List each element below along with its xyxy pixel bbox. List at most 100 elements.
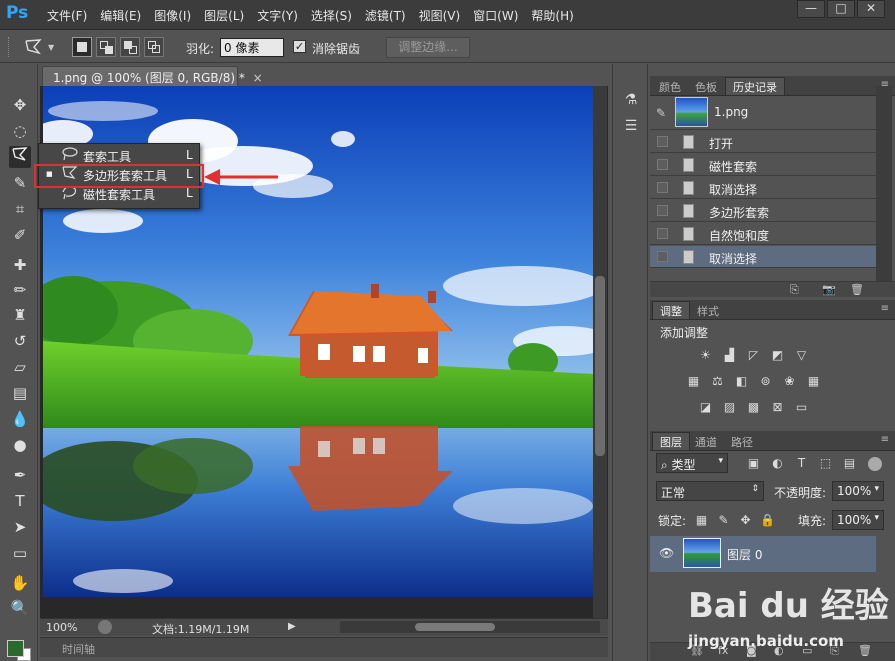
panel-menu-icon[interactable]: ≡: [881, 303, 889, 314]
menu-file[interactable]: 文件(F): [47, 7, 87, 24]
hand-tool-icon[interactable]: ✋: [9, 572, 31, 594]
history-source-checkbox[interactable]: [657, 136, 668, 147]
feather-input[interactable]: [220, 38, 284, 57]
tab-styles[interactable]: 样式: [690, 302, 726, 320]
lock-transparent-icon[interactable]: ▦: [694, 513, 709, 528]
selective-color-icon[interactable]: ⊠: [770, 401, 785, 414]
timeline-bar[interactable]: 时间轴: [40, 637, 608, 657]
pixel-filter-icon[interactable]: ▣: [746, 456, 761, 471]
pen-tool-icon[interactable]: ✒: [9, 464, 31, 486]
history-item[interactable]: 自然饱和度: [650, 223, 876, 245]
vertical-scrollbar[interactable]: [593, 86, 607, 618]
tab-history[interactable]: 历史记录: [725, 77, 785, 95]
tool-presets-icon[interactable]: ⚗: [621, 92, 641, 112]
menu-view[interactable]: 视图(V): [419, 7, 461, 24]
history-scrollbar[interactable]: [876, 86, 892, 282]
menu-image[interactable]: 图像(I): [154, 7, 191, 24]
document-close-icon[interactable]: ×: [253, 71, 263, 85]
history-snapshot[interactable]: ✎ 1.png: [650, 96, 876, 130]
history-brush-tool-icon[interactable]: ↺: [9, 330, 31, 352]
levels-icon[interactable]: ▟: [722, 349, 737, 362]
threshold-icon[interactable]: ▩: [746, 401, 761, 414]
close-button[interactable]: ✕: [857, 0, 885, 18]
foreground-color-swatch[interactable]: [7, 640, 24, 657]
history-item[interactable]: 打开: [650, 131, 876, 153]
document-tab[interactable]: 1.png @ 100% (图层 0, RGB/8) * ×: [42, 66, 263, 86]
invert-icon[interactable]: ◪: [698, 401, 713, 414]
marquee-tool-icon[interactable]: ◌: [9, 120, 31, 142]
lock-position-icon[interactable]: ✥: [738, 513, 753, 528]
menu-layer[interactable]: 图层(L): [204, 7, 244, 24]
shape-tool-icon[interactable]: ▭: [9, 542, 31, 564]
horizontal-scrollbar[interactable]: [340, 621, 600, 633]
camera-snapshot-icon[interactable]: 📷: [822, 283, 836, 296]
color-lookup-icon[interactable]: ▦: [806, 375, 821, 388]
channel-mixer-icon[interactable]: ❀: [782, 375, 797, 388]
layer-filter-select[interactable]: ⌕ 类型 ▾: [656, 453, 728, 473]
menu-window[interactable]: 窗口(W): [473, 7, 518, 24]
type-filter-icon[interactable]: T: [794, 456, 809, 471]
curves-icon[interactable]: ◸: [746, 349, 761, 362]
path-selection-tool-icon[interactable]: ➤: [9, 516, 31, 538]
intersect-selection-icon[interactable]: [144, 37, 164, 57]
history-source-checkbox[interactable]: [657, 159, 668, 170]
color-balance-icon[interactable]: ⚖: [710, 375, 725, 388]
flyout-item-lasso[interactable]: 套索工具 L: [39, 146, 199, 165]
blur-tool-icon[interactable]: 💧: [9, 408, 31, 430]
lock-all-icon[interactable]: 🔒: [760, 513, 775, 528]
posterize-icon[interactable]: ▨: [722, 401, 737, 414]
crop-tool-icon[interactable]: ⌗: [9, 198, 31, 220]
tab-swatches[interactable]: 色板: [688, 78, 724, 96]
gradient-tool-icon[interactable]: ▤: [9, 382, 31, 404]
eraser-tool-icon[interactable]: ▱: [9, 356, 31, 378]
tab-channels[interactable]: 通道: [688, 433, 724, 451]
brightness-contrast-icon[interactable]: ☀: [698, 349, 713, 362]
healing-brush-tool-icon[interactable]: ✚: [9, 254, 31, 276]
tab-paths[interactable]: 路径: [724, 433, 760, 451]
refine-edge-button[interactable]: 调整边缘...: [386, 37, 470, 58]
add-to-selection-icon[interactable]: [96, 37, 116, 57]
quick-selection-tool-icon[interactable]: ✎: [9, 172, 31, 194]
blend-mode-select[interactable]: 正常 ⇕: [656, 481, 764, 501]
maximize-button[interactable]: □: [827, 0, 855, 18]
history-item-selected[interactable]: 取消选择: [650, 246, 876, 268]
smart-object-filter-icon[interactable]: ▤: [842, 456, 857, 471]
zoom-tool-icon[interactable]: 🔍: [9, 597, 31, 619]
fill-input[interactable]: 100% ▾: [832, 510, 884, 530]
status-menu-arrow-icon[interactable]: ▶: [288, 621, 296, 632]
history-item[interactable]: 取消选择: [650, 177, 876, 199]
horizontal-scroll-thumb[interactable]: [415, 623, 495, 631]
filter-toggle-icon[interactable]: [868, 457, 882, 471]
history-source-checkbox[interactable]: [657, 251, 668, 262]
history-source-checkbox[interactable]: [657, 228, 668, 239]
subtract-from-selection-icon[interactable]: [120, 37, 140, 57]
menu-help[interactable]: 帮助(H): [531, 7, 573, 24]
lasso-tool-icon[interactable]: [9, 146, 31, 168]
vibrance-icon[interactable]: ▽: [794, 349, 809, 362]
minimize-button[interactable]: —: [797, 0, 825, 18]
move-tool-icon[interactable]: ✥: [9, 94, 31, 116]
eyedropper-tool-icon[interactable]: ✐: [9, 224, 31, 246]
tab-color[interactable]: 颜色: [652, 78, 688, 96]
black-white-icon[interactable]: ◧: [734, 375, 749, 388]
tab-layers[interactable]: 图层: [652, 432, 690, 450]
history-brush-source-icon[interactable]: ✎: [656, 106, 666, 120]
brush-settings-icon[interactable]: ☰: [621, 118, 641, 138]
adjustment-filter-icon[interactable]: ◐: [770, 456, 785, 471]
exposure-icon[interactable]: ◩: [770, 349, 785, 362]
vertical-scroll-thumb[interactable]: [595, 276, 605, 456]
hue-saturation-icon[interactable]: ▦: [686, 375, 701, 388]
new-selection-icon[interactable]: [72, 37, 92, 57]
eye-icon[interactable]: 👁: [659, 546, 674, 560]
trash-icon[interactable]: 🗑: [850, 283, 864, 296]
history-source-checkbox[interactable]: [657, 205, 668, 216]
menu-filter[interactable]: 滤镜(T): [365, 7, 406, 24]
preset-dropdown-icon[interactable]: ▼: [48, 43, 54, 52]
status-info-icon[interactable]: [98, 620, 112, 634]
photo-filter-icon[interactable]: ⊚: [758, 375, 773, 388]
tab-adjustments[interactable]: 调整: [652, 301, 690, 319]
history-item[interactable]: 磁性套索: [650, 154, 876, 176]
menu-edit[interactable]: 编辑(E): [100, 7, 141, 24]
lock-image-icon[interactable]: ✎: [716, 513, 731, 528]
menu-select[interactable]: 选择(S): [311, 7, 352, 24]
